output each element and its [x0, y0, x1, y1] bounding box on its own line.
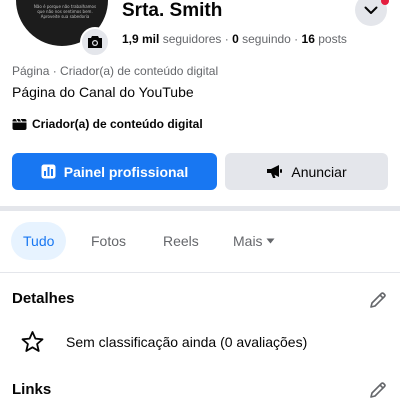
notification-dot	[381, 0, 389, 5]
camera-icon	[88, 36, 102, 48]
professional-dashboard-label: Painel profissional	[63, 163, 189, 180]
rating-text: Sem classificação ainda (0 avaliações)	[66, 334, 308, 350]
profile-stats: 1,9 mil seguidores · 0 seguindo · 16 pos…	[122, 31, 347, 47]
tab-all[interactable]: Tudo	[11, 222, 67, 260]
rating-row: Sem classificação ainda (0 avaliações)	[20, 330, 307, 354]
dashboard-icon	[41, 164, 56, 179]
creator-label: Criador(a) de conteúdo digital	[32, 117, 203, 131]
following-label[interactable]: seguindo	[242, 32, 291, 46]
profile-tabs: Tudo Fotos Reels Mais	[0, 222, 400, 262]
page-category: Página · Criador(a) de conteúdo digital	[12, 64, 219, 78]
section-separator	[0, 206, 400, 211]
caret-down-icon	[266, 238, 275, 244]
posts-count: 16	[301, 32, 315, 46]
profile-header: Não é porque não trabalhamos que não nos…	[0, 0, 400, 60]
page-bio: Página do Canal do YouTube	[12, 84, 194, 100]
change-photo-button[interactable]	[80, 27, 110, 57]
details-heading: Detalhes	[12, 290, 75, 307]
page-title: Srta. Smith	[122, 0, 223, 21]
tab-more[interactable]: Mais	[233, 222, 275, 260]
edit-details-button[interactable]	[368, 290, 388, 310]
avatar-text: Não é porque não trabalhamos que não nos…	[33, 4, 97, 19]
professional-dashboard-button[interactable]: Painel profissional	[12, 153, 217, 190]
advertise-label: Anunciar	[291, 163, 347, 180]
film-icon	[12, 118, 27, 130]
pencil-icon	[370, 292, 386, 308]
tab-more-label: Mais	[233, 233, 263, 249]
edit-links-button[interactable]	[368, 380, 388, 400]
chevron-down-icon	[364, 6, 378, 14]
followers-count[interactable]: 1,9 mil	[122, 32, 159, 46]
creator-badge: Criador(a) de conteúdo digital	[12, 117, 203, 131]
star-icon	[21, 331, 44, 352]
advertise-button[interactable]: Anunciar	[225, 153, 388, 190]
followers-label[interactable]: seguidores	[163, 32, 222, 46]
stats-separator: ·	[290, 32, 302, 46]
pencil-icon	[370, 382, 386, 398]
links-heading: Links	[12, 381, 52, 398]
megaphone-icon	[267, 165, 283, 178]
stats-separator: ·	[221, 32, 233, 46]
tab-photos[interactable]: Fotos	[91, 222, 126, 260]
tab-reels[interactable]: Reels	[163, 222, 199, 260]
following-count[interactable]: 0	[232, 32, 239, 46]
posts-label: posts	[318, 32, 347, 46]
tabs-divider	[0, 272, 400, 273]
